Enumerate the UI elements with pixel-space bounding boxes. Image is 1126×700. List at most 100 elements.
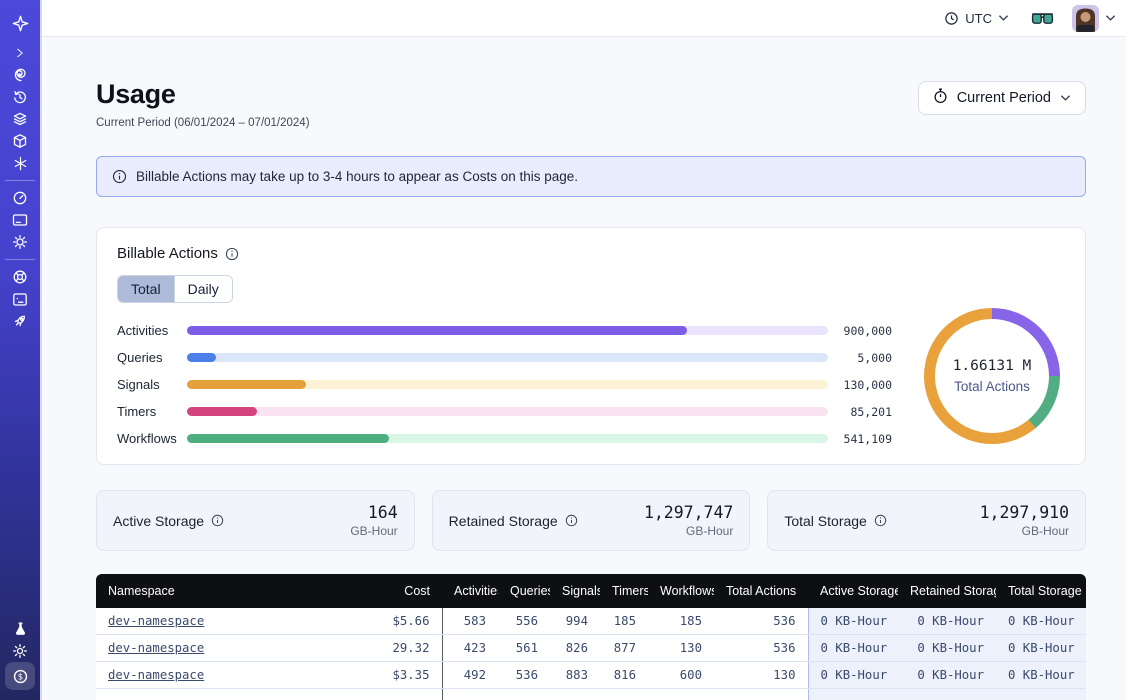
cell-total-storage: 0 KB-Hour bbox=[996, 635, 1086, 662]
bar-fill bbox=[187, 326, 687, 335]
cell-empty bbox=[442, 689, 498, 700]
sidebar-item-sun[interactable] bbox=[5, 640, 35, 662]
bar-fill bbox=[187, 380, 306, 389]
page-title: Usage bbox=[96, 79, 310, 110]
table-row: dev-namespace$5.665835569941851855360 KB… bbox=[96, 608, 1086, 635]
namespace-link[interactable]: dev-namespace bbox=[108, 614, 204, 628]
cell-activities: 583 bbox=[442, 608, 498, 635]
cell-retained-storage: 0 KB-Hour bbox=[898, 608, 996, 635]
cell-queries: 536 bbox=[498, 662, 550, 689]
sidebar-item-credit-card[interactable] bbox=[5, 209, 35, 231]
cell-total-actions: 536 bbox=[714, 608, 808, 635]
current-period-label: Current Period bbox=[957, 90, 1051, 106]
bar-label: Workflows bbox=[117, 431, 187, 446]
clock-icon bbox=[944, 11, 959, 26]
rocket-icon bbox=[12, 313, 28, 329]
cell-total-storage: 0 KB-Hour bbox=[996, 662, 1086, 689]
storage-card-label: Retained Storage bbox=[449, 513, 558, 529]
sidebar-item-terminal[interactable] bbox=[5, 288, 35, 310]
cell-activities: 423 bbox=[442, 635, 498, 662]
flask-icon bbox=[13, 621, 28, 637]
column-header-timers: Timers bbox=[600, 574, 648, 608]
total-actions-donut: 1.66131 M Total Actions bbox=[924, 308, 1060, 444]
namespace-link[interactable]: dev-namespace bbox=[108, 668, 204, 682]
cell-namespace: dev-namespace bbox=[96, 608, 356, 635]
cell-namespace: dev-namespace bbox=[96, 635, 356, 662]
bar-label: Activities bbox=[117, 323, 187, 338]
info-icon[interactable] bbox=[225, 247, 239, 261]
storage-card-unit: GB-Hour bbox=[350, 524, 397, 538]
info-icon[interactable] bbox=[211, 514, 224, 527]
donut-total-value: 1.66131 M bbox=[953, 358, 1032, 374]
table-row: dev-namespace$3.354925368838166001300 KB… bbox=[96, 662, 1086, 689]
column-header-retained-storage: Retained Storage bbox=[898, 574, 996, 608]
sidebar-item-gauge[interactable] bbox=[5, 187, 35, 209]
cell-timers: 877 bbox=[600, 635, 648, 662]
stopwatch-icon bbox=[933, 88, 948, 108]
sidebar-item-rocket[interactable] bbox=[5, 310, 35, 332]
info-icon bbox=[112, 169, 127, 184]
cell-workflows: 600 bbox=[648, 662, 714, 689]
sidebar: $ bbox=[0, 0, 42, 700]
sidebar-item-lifebuoy[interactable] bbox=[5, 266, 35, 288]
info-banner: Billable Actions may take up to 3-4 hour… bbox=[96, 156, 1086, 197]
gear-icon bbox=[12, 234, 28, 250]
info-icon[interactable] bbox=[565, 514, 578, 527]
current-period-button[interactable]: Current Period bbox=[918, 81, 1086, 115]
sidebar-item-cube[interactable] bbox=[5, 130, 35, 152]
storage-summary-row: Active Storage164GB-Hour Retained Storage… bbox=[96, 490, 1086, 551]
cell-timers: 816 bbox=[600, 662, 648, 689]
bar-row-queries: Queries5,000 bbox=[117, 353, 892, 362]
info-icon[interactable] bbox=[874, 514, 887, 527]
namespace-usage-table: NamespaceCostActivitiesQueriesSignalsTim… bbox=[96, 574, 1086, 700]
billable-actions-title: Billable Actions bbox=[117, 245, 218, 262]
bar-row-workflows: Workflows541,109 bbox=[117, 434, 892, 443]
tab-daily[interactable]: Daily bbox=[174, 276, 232, 302]
cell-active-storage: 0 KB-Hour bbox=[808, 608, 898, 635]
sidebar-item-asterisk[interactable] bbox=[5, 152, 35, 174]
sidebar-item-gear[interactable] bbox=[5, 231, 35, 253]
bar-row-timers: Timers85,201 bbox=[117, 407, 892, 416]
gauge-icon bbox=[12, 190, 28, 206]
cell-total-actions: 536 bbox=[714, 635, 808, 662]
history-clock-icon bbox=[12, 89, 28, 105]
column-header-namespace: Namespace bbox=[96, 574, 356, 608]
chevron-down-icon bbox=[998, 9, 1009, 27]
bar-fill bbox=[187, 407, 257, 416]
bar-label: Timers bbox=[117, 404, 187, 419]
cell-signals: 883 bbox=[550, 662, 600, 689]
storage-card-active-storage: Active Storage164GB-Hour bbox=[96, 490, 415, 551]
bar-label: Queries bbox=[117, 350, 187, 365]
timezone-selector[interactable]: UTC bbox=[938, 5, 1015, 31]
bar-row-activities: Activities900,000 bbox=[117, 326, 892, 335]
sidebar-item-chevron-right[interactable] bbox=[5, 42, 35, 64]
sidebar-divider bbox=[5, 259, 35, 260]
sidebar-item-dollar-coin[interactable]: $ bbox=[5, 662, 35, 690]
bar-track bbox=[187, 326, 828, 335]
sidebar-item-spiral[interactable] bbox=[5, 64, 35, 86]
namespace-link[interactable]: dev-namespace bbox=[108, 641, 204, 655]
spiral-icon bbox=[12, 67, 28, 83]
table-row-partial bbox=[96, 689, 1086, 700]
sidebar-item-history-clock[interactable] bbox=[5, 86, 35, 108]
storage-card-value: 1,297,910 bbox=[980, 503, 1069, 522]
bar-fill bbox=[187, 434, 389, 443]
storage-card-value: 1,297,747 bbox=[644, 503, 733, 522]
user-menu[interactable] bbox=[1072, 5, 1116, 32]
storage-card-label: Total Storage bbox=[784, 513, 867, 529]
cell-retained-storage: 0 KB-Hour bbox=[898, 635, 996, 662]
billable-actions-card: Billable Actions Total Daily Activities9… bbox=[96, 227, 1086, 465]
goggles-icon[interactable] bbox=[1031, 12, 1054, 25]
tab-total[interactable]: Total bbox=[118, 276, 174, 302]
column-header-signals: Signals bbox=[550, 574, 600, 608]
cell-activities: 492 bbox=[442, 662, 498, 689]
cell-empty bbox=[996, 689, 1086, 700]
lifebuoy-icon bbox=[12, 269, 28, 285]
chevron-right-icon bbox=[14, 47, 26, 59]
cell-empty bbox=[714, 689, 808, 700]
cell-signals: 994 bbox=[550, 608, 600, 635]
storage-card-unit: GB-Hour bbox=[644, 524, 733, 538]
sidebar-item-flask[interactable] bbox=[5, 618, 35, 640]
sidebar-item-temporal-logo[interactable] bbox=[5, 8, 35, 38]
sidebar-item-layers[interactable] bbox=[5, 108, 35, 130]
